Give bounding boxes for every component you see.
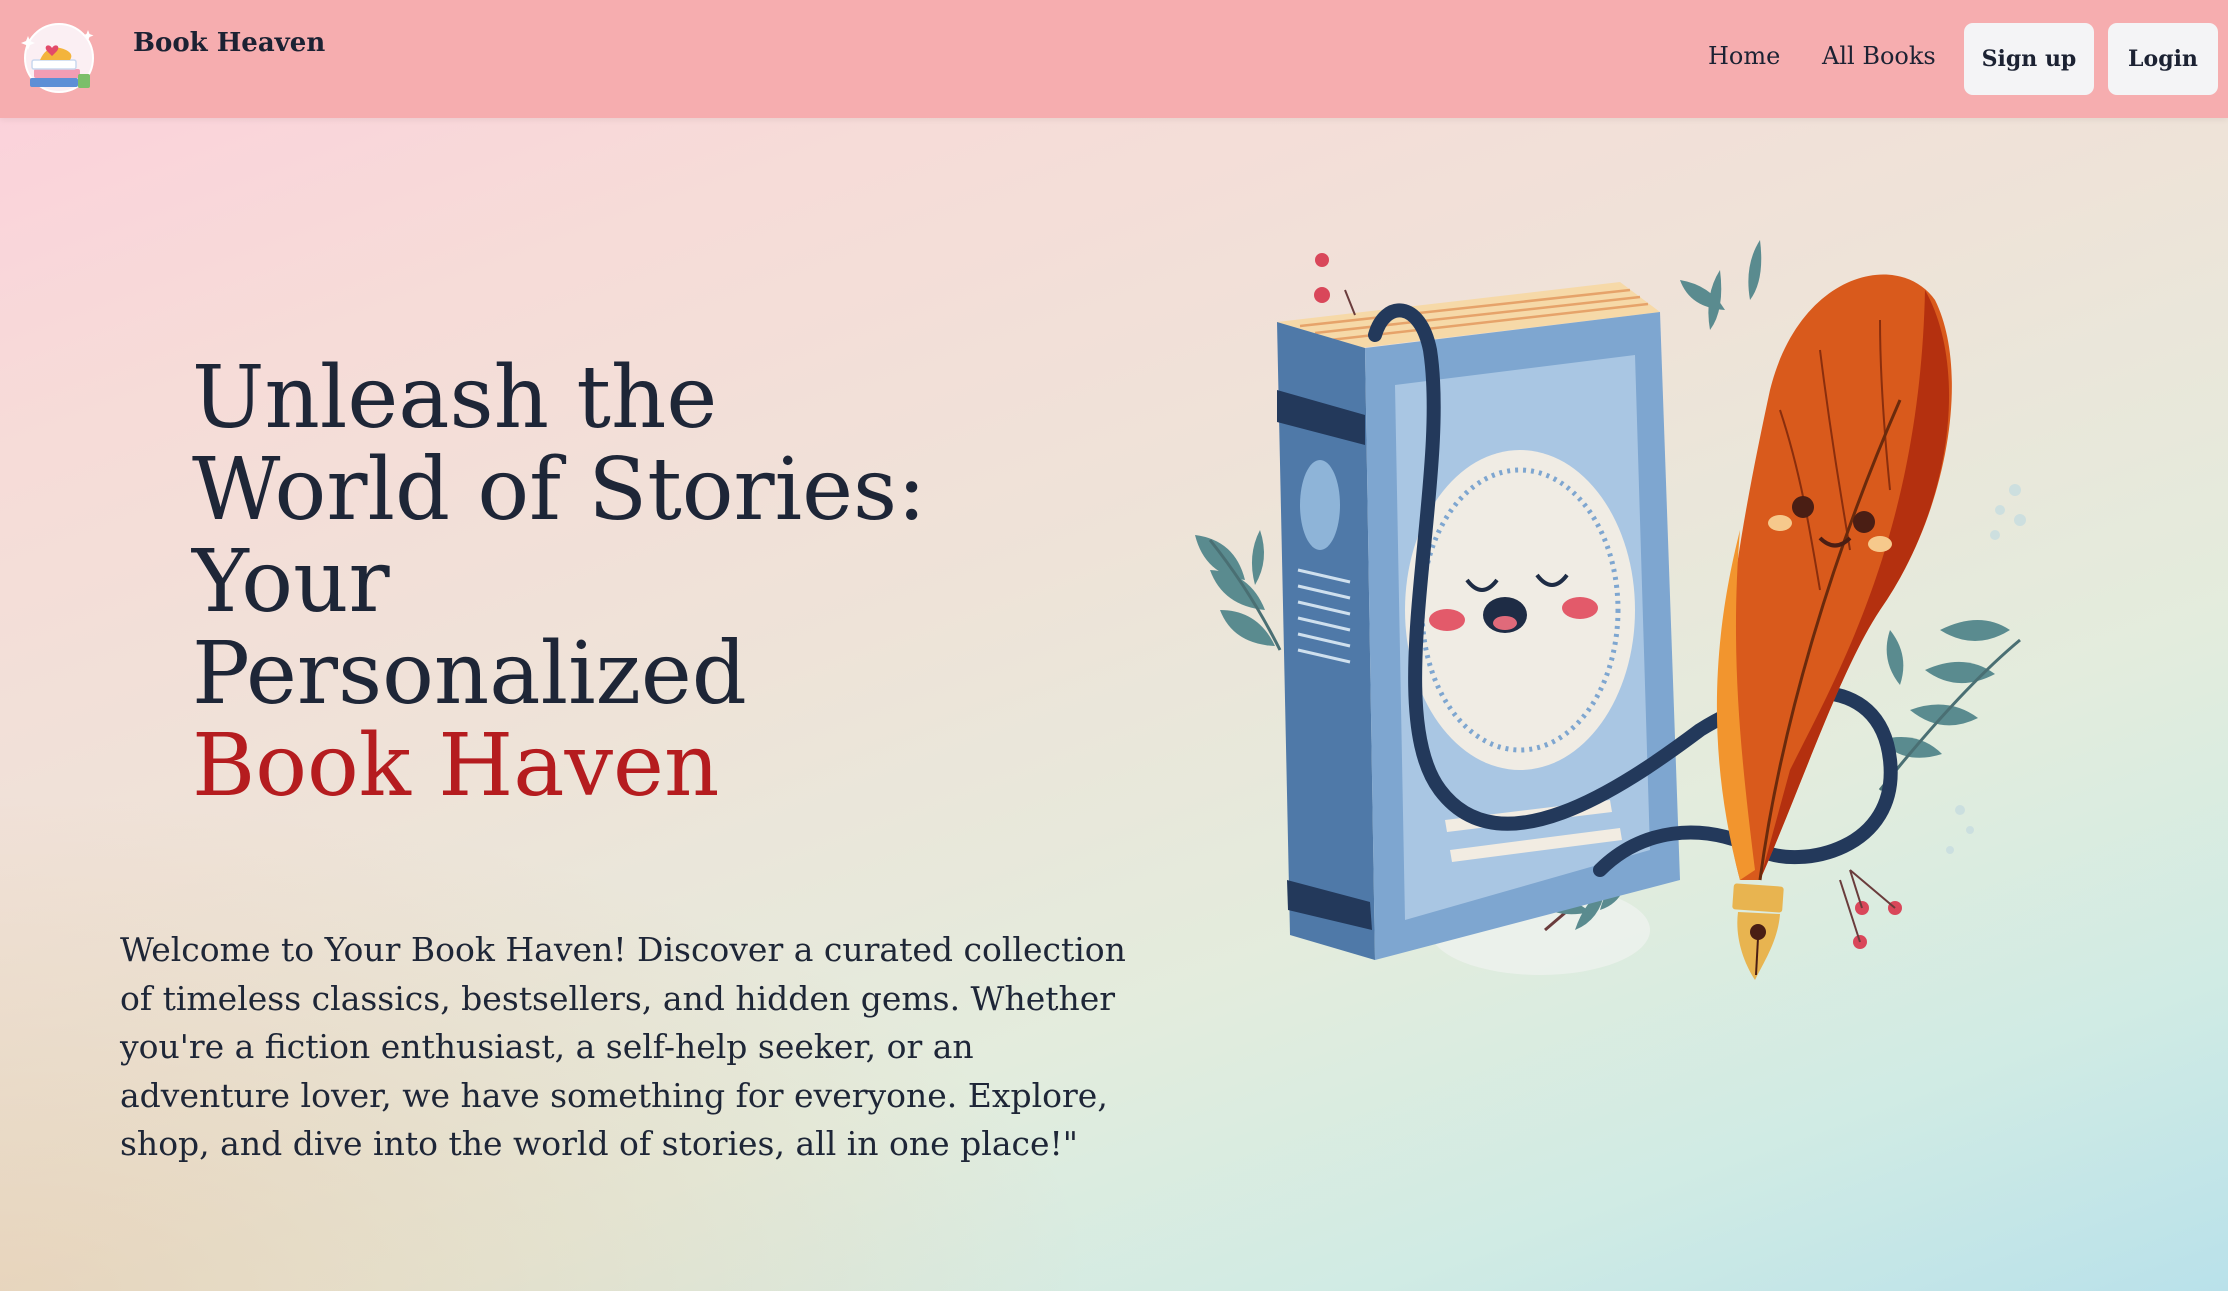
top-navbar: Book Heaven Home All Books Sign up Login [0,0,2228,118]
hero-title-accent: Book Haven [192,716,720,816]
login-button[interactable]: Login [2108,23,2218,95]
hero-title-line: World of Stories: [192,440,927,540]
hero-description: Welcome to Your Book Haven! Discover a c… [120,930,1126,1163]
hero-title: Unleash the World of Stories: Your Perso… [192,352,952,812]
book-stack-logo-icon[interactable] [18,22,100,94]
signup-button[interactable]: Sign up [1964,23,2094,95]
smiling-book-and-quill-illustration [1195,240,2026,980]
hero-title-line: Personalized [192,624,747,724]
hero-title-line: Unleash the [192,348,718,448]
nav-link-home[interactable]: Home [1708,42,1780,70]
nav-link-all-books[interactable]: All Books [1822,42,1936,70]
brand-name[interactable]: Book Heaven [133,28,325,58]
hero-title-line: Your [192,532,390,632]
